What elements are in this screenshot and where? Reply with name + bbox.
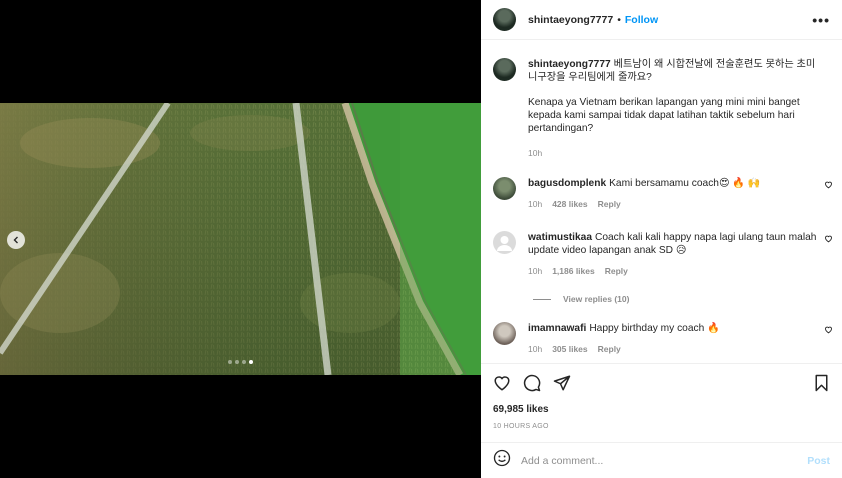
commenter-avatar[interactable] bbox=[493, 177, 516, 200]
reply-button[interactable]: Reply bbox=[605, 265, 628, 278]
comment-likes[interactable]: 428 likes bbox=[552, 198, 587, 211]
comment-body: bagusdomplenk Kami bersamamu coach😍 🔥 🙌 1… bbox=[528, 177, 818, 211]
view-replies-label: View replies (10) bbox=[563, 294, 630, 304]
comment-body: imamnawafi Happy birthday my coach 🔥 10h … bbox=[528, 322, 818, 356]
comment-text: Happy birthday my coach 🔥 bbox=[589, 323, 720, 334]
separator-dot: • bbox=[617, 13, 621, 26]
comment-likes[interactable]: 1,186 likes bbox=[552, 265, 595, 278]
caption-text-indonesian: Kenapa ya Vietnam berikan lapangan yang … bbox=[528, 97, 800, 134]
post-panel: shintaeyong7777 • Follow ••• shintaeyong… bbox=[481, 0, 842, 478]
comments-list[interactable]: shintaeyong7777 베트남이 왜 시합전날에 전술훈련도 못하는 초미… bbox=[481, 41, 842, 363]
post-time-ago[interactable]: 10 HOURS AGO bbox=[493, 423, 549, 430]
post-comment-button[interactable]: Post bbox=[807, 455, 830, 467]
caption-username[interactable]: shintaeyong7777 bbox=[528, 59, 611, 70]
follow-button[interactable]: Follow bbox=[625, 14, 658, 26]
comment-item: watimustikaa Coach kali kali happy napa l… bbox=[493, 231, 833, 278]
like-heart-icon[interactable] bbox=[493, 374, 511, 397]
comment-input[interactable] bbox=[521, 454, 808, 467]
author-username[interactable]: shintaeyong7777 bbox=[528, 14, 613, 26]
reply-button[interactable]: Reply bbox=[598, 198, 621, 211]
carousel-prev-button[interactable] bbox=[7, 231, 25, 249]
commenter-avatar[interactable] bbox=[493, 322, 516, 345]
caption-meta: 10h bbox=[528, 147, 818, 160]
comment-meta: 10h 1,186 likes Reply bbox=[528, 265, 818, 278]
replies-divider bbox=[533, 298, 551, 300]
carousel-dot[interactable] bbox=[228, 360, 232, 364]
like-comment-heart-icon[interactable] bbox=[824, 325, 833, 334]
author-avatar[interactable] bbox=[493, 8, 516, 31]
caption: shintaeyong7777 베트남이 왜 시합전날에 전술훈련도 못하는 초미… bbox=[493, 58, 833, 160]
author-avatar[interactable] bbox=[493, 58, 516, 81]
like-comment-heart-icon[interactable] bbox=[824, 234, 833, 243]
carousel-dot-active[interactable] bbox=[249, 360, 253, 364]
comment-username[interactable]: watimustikaa bbox=[528, 232, 592, 243]
emoji-icon[interactable] bbox=[493, 449, 511, 472]
bookmark-icon[interactable] bbox=[813, 374, 830, 397]
reply-button[interactable]: Reply bbox=[598, 343, 621, 356]
chevron-left-icon bbox=[13, 236, 18, 244]
post-media bbox=[0, 0, 481, 478]
comment-likes[interactable]: 305 likes bbox=[552, 343, 587, 356]
more-options-icon[interactable]: ••• bbox=[812, 12, 830, 28]
carousel-dots bbox=[228, 360, 253, 364]
field-photo bbox=[0, 103, 481, 375]
post-photo bbox=[0, 103, 481, 375]
default-avatar-icon bbox=[497, 236, 512, 251]
commenter-avatar[interactable] bbox=[493, 231, 516, 254]
comment-item: bagusdomplenk Kami bersamamu coach😍 🔥 🙌 1… bbox=[493, 177, 833, 211]
comment-body: watimustikaa Coach kali kali happy napa l… bbox=[528, 231, 818, 278]
view-replies-button[interactable]: View replies (10) bbox=[533, 294, 629, 304]
add-comment-bar: Post bbox=[481, 442, 842, 478]
comment-time[interactable]: 10h bbox=[528, 198, 542, 211]
comment-username[interactable]: imamnawafi bbox=[528, 323, 586, 334]
action-icons bbox=[493, 374, 571, 397]
caption-body: shintaeyong7777 베트남이 왜 시합전날에 전술훈련도 못하는 초미… bbox=[528, 58, 818, 160]
comment-time[interactable]: 10h bbox=[528, 265, 542, 278]
share-paper-plane-icon[interactable] bbox=[553, 374, 571, 397]
comment-meta: 10h 428 likes Reply bbox=[528, 198, 818, 211]
comment-bubble-icon[interactable] bbox=[523, 374, 541, 397]
comment-text: Kami bersamamu coach😍 🔥 🙌 bbox=[609, 178, 761, 189]
post-header: shintaeyong7777 • Follow ••• bbox=[481, 0, 842, 40]
comment-username[interactable]: bagusdomplenk bbox=[528, 178, 606, 189]
likes-count[interactable]: 69,985 likes bbox=[493, 404, 549, 415]
post-actions: 69,985 likes 10 HOURS AGO bbox=[481, 363, 842, 442]
comment-item: imamnawafi Happy birthday my coach 🔥 10h … bbox=[493, 322, 833, 356]
like-comment-heart-icon[interactable] bbox=[824, 180, 833, 189]
comment-time[interactable]: 10h bbox=[528, 343, 542, 356]
carousel-dot[interactable] bbox=[235, 360, 239, 364]
comment-meta: 10h 305 likes Reply bbox=[528, 343, 818, 356]
caption-time[interactable]: 10h bbox=[528, 147, 542, 160]
carousel-dot[interactable] bbox=[242, 360, 246, 364]
